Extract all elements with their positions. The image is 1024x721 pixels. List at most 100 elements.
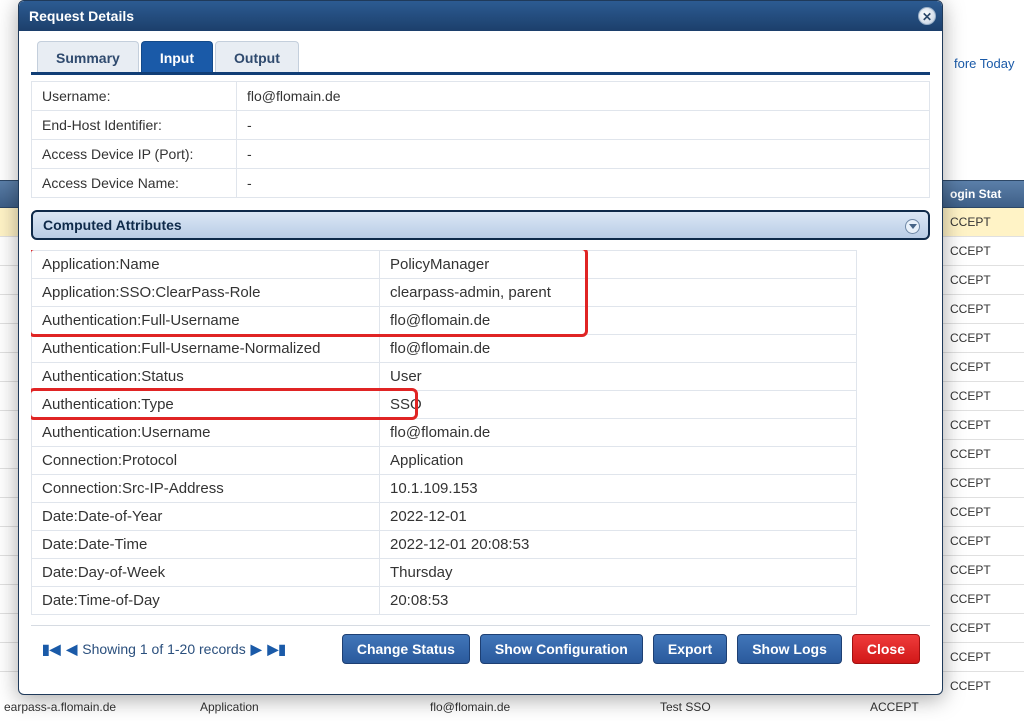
attribute-row: Authentication:StatusUser: [32, 363, 857, 391]
attribute-value: clearpass-admin, parent: [380, 279, 857, 307]
attribute-key: Date:Time-of-Day: [32, 587, 380, 615]
bg-bottom-status: ACCEPT: [870, 700, 1024, 714]
attribute-value: Application: [380, 447, 857, 475]
attribute-value: Thursday: [380, 559, 857, 587]
bg-cell-login-status: CCEPT: [944, 215, 1024, 229]
attribute-value: 10.1.109.153: [380, 475, 857, 503]
dialog-body: Summary Input Output Username:flo@flomai…: [19, 31, 942, 694]
attribute-key: Authentication:Username: [32, 419, 380, 447]
bg-cell-login-status: CCEPT: [944, 476, 1024, 490]
bg-cell-login-status: CCEPT: [944, 331, 1024, 345]
tab-summary[interactable]: Summary: [37, 41, 139, 72]
bg-cell-login-status: CCEPT: [944, 505, 1024, 519]
tab-output[interactable]: Output: [215, 41, 299, 72]
attribute-value: SSO: [380, 391, 857, 419]
bg-bottom-user: flo@flomain.de: [430, 700, 660, 714]
attribute-key: Authentication:Type: [32, 391, 380, 419]
pager-text: Showing 1 of 1-20 records: [82, 641, 245, 657]
attribute-value: 2022-12-01: [380, 503, 857, 531]
bg-cell-login-status: CCEPT: [944, 650, 1024, 664]
attribute-key: Connection:Src-IP-Address: [32, 475, 380, 503]
info-key: Access Device IP (Port):: [32, 140, 237, 169]
info-row: End-Host Identifier:-: [32, 111, 930, 140]
attribute-row: Application:SSO:ClearPass-Roleclearpass-…: [32, 279, 857, 307]
info-key: End-Host Identifier:: [32, 111, 237, 140]
attribute-key: Application:SSO:ClearPass-Role: [32, 279, 380, 307]
info-value: flo@flomain.de: [237, 82, 930, 111]
bg-cell-login-status: CCEPT: [944, 244, 1024, 258]
info-value: -: [237, 169, 930, 198]
info-row: Username:flo@flomain.de: [32, 82, 930, 111]
attribute-key: Date:Date-of-Year: [32, 503, 380, 531]
attribute-key: Application:Name: [32, 251, 380, 279]
pager-last-icon[interactable]: ▶▮: [266, 641, 286, 658]
bg-cell-login-status: CCEPT: [944, 273, 1024, 287]
dialog-title: Request Details: [29, 8, 134, 24]
attribute-row: Authentication:TypeSSO: [32, 391, 857, 419]
export-button[interactable]: Export: [653, 634, 727, 664]
attribute-value: flo@flomain.de: [380, 419, 857, 447]
pager: ▮◀ ◀ Showing 1 of 1-20 records ▶ ▶▮: [41, 641, 287, 658]
attribute-key: Authentication:Status: [32, 363, 380, 391]
attribute-key: Authentication:Full-Username-Normalized: [32, 335, 380, 363]
attribute-row: Authentication:Full-Usernameflo@flomain.…: [32, 307, 857, 335]
bg-cell-login-status: CCEPT: [944, 360, 1024, 374]
bg-before-today-link: fore Today: [954, 56, 1014, 71]
section-title: Computed Attributes: [43, 217, 182, 233]
chevron-down-icon[interactable]: [905, 219, 920, 234]
bg-bottom-type: Application: [200, 700, 430, 714]
bg-cell-login-status: CCEPT: [944, 563, 1024, 577]
attribute-row: Application:NamePolicyManager: [32, 251, 857, 279]
pager-prev-icon[interactable]: ◀: [65, 641, 78, 658]
attribute-row: Date:Date-Time2022-12-01 20:08:53: [32, 531, 857, 559]
attribute-row: Date:Time-of-Day20:08:53: [32, 587, 857, 615]
request-details-dialog: Request Details ✕ Summary Input Output U…: [18, 0, 943, 695]
attribute-key: Date:Day-of-Week: [32, 559, 380, 587]
attribute-value: PolicyManager: [380, 251, 857, 279]
info-value: -: [237, 140, 930, 169]
info-row: Access Device Name:-: [32, 169, 930, 198]
show-configuration-button[interactable]: Show Configuration: [480, 634, 643, 664]
attribute-row: Authentication:Usernameflo@flomain.de: [32, 419, 857, 447]
tab-input[interactable]: Input: [141, 41, 213, 72]
bg-cell-login-status: CCEPT: [944, 447, 1024, 461]
show-logs-button[interactable]: Show Logs: [737, 634, 842, 664]
attribute-value: User: [380, 363, 857, 391]
bg-cell-login-status: CCEPT: [944, 418, 1024, 432]
info-table: Username:flo@flomain.deEnd-Host Identifi…: [31, 81, 930, 198]
pager-next-icon[interactable]: ▶: [250, 641, 263, 658]
attributes-table: Application:NamePolicyManagerApplication…: [31, 250, 857, 615]
info-row: Access Device IP (Port):-: [32, 140, 930, 169]
bg-bottom-row: earpass-a.flomain.de Application flo@flo…: [0, 694, 1024, 720]
info-key: Access Device Name:: [32, 169, 237, 198]
attribute-row: Date:Date-of-Year2022-12-01: [32, 503, 857, 531]
attribute-value: 2022-12-01 20:08:53: [380, 531, 857, 559]
attribute-row: Connection:Src-IP-Address10.1.109.153: [32, 475, 857, 503]
attribute-key: Date:Date-Time: [32, 531, 380, 559]
bg-cell-login-status: CCEPT: [944, 621, 1024, 635]
close-button[interactable]: Close: [852, 634, 920, 664]
attribute-row: Date:Day-of-WeekThursday: [32, 559, 857, 587]
dialog-titlebar: Request Details ✕: [19, 1, 942, 31]
dialog-footer: ▮◀ ◀ Showing 1 of 1-20 records ▶ ▶▮ Chan…: [31, 625, 930, 674]
bg-bottom-service: Test SSO: [660, 700, 870, 714]
computed-attributes-header[interactable]: Computed Attributes: [31, 210, 930, 240]
attribute-value: flo@flomain.de: [380, 307, 857, 335]
bg-bottom-server: earpass-a.flomain.de: [0, 700, 200, 714]
attribute-key: Authentication:Full-Username: [32, 307, 380, 335]
pager-first-icon[interactable]: ▮◀: [41, 641, 61, 658]
bg-cell-login-status: CCEPT: [944, 302, 1024, 316]
attribute-value: flo@flomain.de: [380, 335, 857, 363]
info-value: -: [237, 111, 930, 140]
bg-cell-login-status: CCEPT: [944, 389, 1024, 403]
bg-cell-login-status: CCEPT: [944, 592, 1024, 606]
attribute-row: Authentication:Full-Username-Normalizedf…: [32, 335, 857, 363]
bg-cell-login-status: CCEPT: [944, 534, 1024, 548]
bg-header-login-status: ogin Stat: [944, 187, 1024, 201]
close-icon[interactable]: ✕: [918, 7, 936, 25]
info-key: Username:: [32, 82, 237, 111]
attributes-container: Application:NamePolicyManagerApplication…: [31, 250, 930, 615]
change-status-button[interactable]: Change Status: [342, 634, 470, 664]
attribute-row: Connection:ProtocolApplication: [32, 447, 857, 475]
attribute-key: Connection:Protocol: [32, 447, 380, 475]
